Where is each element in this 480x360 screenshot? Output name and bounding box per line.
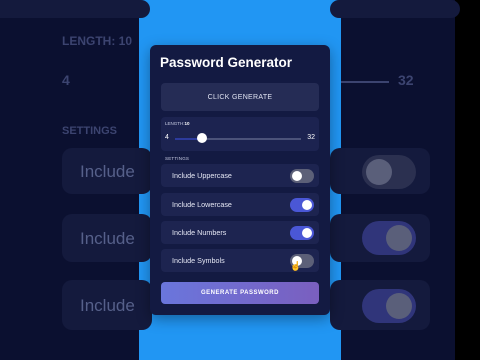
ghost-include-3: Include xyxy=(80,296,135,315)
ghost-toggle-3 xyxy=(362,289,416,323)
ghost-min-label: 4 xyxy=(62,72,70,88)
option-row-uppercase: Include Uppercase xyxy=(161,164,319,187)
ghost-include-2: Include xyxy=(80,229,135,248)
length-min-label: 4 xyxy=(165,134,169,141)
ghost-row-top-right xyxy=(330,0,460,18)
app-title: Password Generator xyxy=(160,55,293,70)
background-right-edge xyxy=(455,0,480,360)
ghost-row-top xyxy=(0,0,150,18)
toggle-lowercase[interactable] xyxy=(290,197,314,212)
ghost-length-label: LENGTH: 10 xyxy=(62,34,133,48)
password-generator-card: Password Generator CLICK GENERATE LENGTH… xyxy=(150,45,330,315)
pointer-cursor-icon: ☝ xyxy=(290,261,302,271)
option-label-uppercase: Include Uppercase xyxy=(172,171,232,180)
option-row-numbers: Include Numbers xyxy=(161,221,319,244)
length-value: 10 xyxy=(184,121,190,126)
generate-password-label: GENERATE PASSWORD xyxy=(201,290,279,296)
option-label-lowercase: Include Lowercase xyxy=(172,200,232,209)
option-label-numbers: Include Numbers xyxy=(172,228,227,237)
length-label: LENGTH:10 xyxy=(165,121,190,126)
length-max-label: 32 xyxy=(307,134,315,141)
password-display-text: CLICK GENERATE xyxy=(207,93,273,101)
ghost-track xyxy=(341,81,389,83)
generate-password-button[interactable]: GENERATE PASSWORD xyxy=(161,282,319,304)
settings-label: SETTINGS xyxy=(165,156,190,161)
length-slider-thumb[interactable] xyxy=(197,133,207,143)
toggle-uppercase[interactable] xyxy=(290,168,314,183)
toggle-numbers[interactable] xyxy=(290,225,314,240)
length-panel: LENGTH:10 4 32 xyxy=(161,117,319,151)
ghost-toggle-2 xyxy=(362,221,416,255)
toggle-knob xyxy=(292,170,302,181)
option-row-lowercase: Include Lowercase xyxy=(161,193,319,216)
ghost-include-1: Include xyxy=(80,162,135,181)
ghost-max-label: 32 xyxy=(398,72,414,88)
toggle-knob xyxy=(302,199,312,210)
toggle-knob xyxy=(302,227,312,238)
option-label-symbols: Include Symbols xyxy=(172,256,225,265)
ghost-settings-label: SETTINGS xyxy=(62,125,118,137)
ghost-toggle-1 xyxy=(362,155,416,189)
password-display[interactable]: CLICK GENERATE xyxy=(161,83,319,111)
length-slider-track[interactable] xyxy=(175,138,301,140)
